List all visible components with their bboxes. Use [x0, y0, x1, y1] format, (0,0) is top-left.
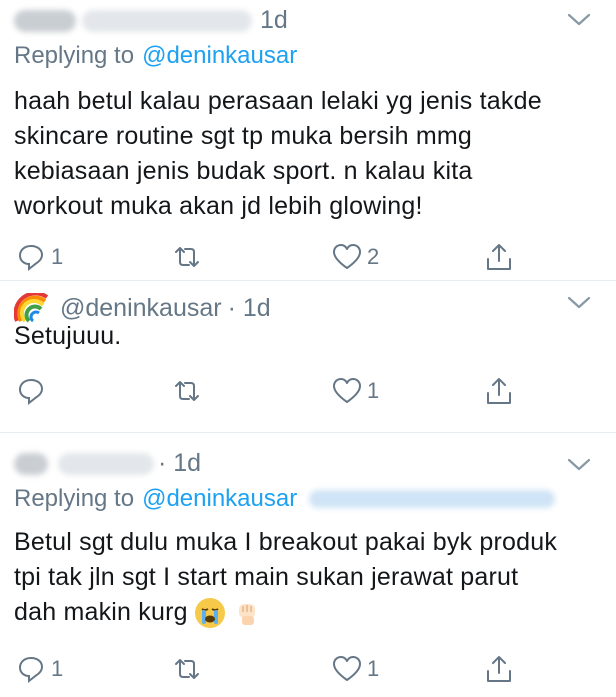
- heart-icon: [333, 656, 361, 681]
- replying-to-link[interactable]: @deninkausar: [142, 42, 297, 70]
- reply-icon: [18, 378, 44, 406]
- like-count: 1: [367, 378, 380, 403]
- author-handle-blurred[interactable]: [82, 9, 252, 32]
- tweet-time[interactable]: · 1d: [228, 294, 271, 323]
- retweet-icon: [175, 659, 199, 679]
- heart-icon: [333, 244, 361, 269]
- tweet-time[interactable]: 1d: [260, 6, 288, 35]
- rainbow-emoji: [14, 293, 49, 323]
- tweet-2[interactable]: @deninkausar · 1d Setujuuu. 1: [0, 280, 616, 432]
- reply-icon: [18, 656, 44, 684]
- raised-fist-emoji: [232, 598, 262, 628]
- heart-icon: [333, 378, 361, 403]
- replying-to-link[interactable]: @deninkausar: [142, 485, 297, 513]
- share-icon: [487, 656, 511, 682]
- tweet-text: Setujuuu.: [14, 322, 122, 350]
- share-icon: [487, 244, 511, 270]
- retweet-button[interactable]: [172, 654, 207, 684]
- author-name-blurred[interactable]: [14, 452, 48, 475]
- like-button[interactable]: 2: [332, 242, 379, 272]
- tweet-1[interactable]: 1d Replying to @deninkausar haah betul k…: [0, 0, 616, 280]
- tweet-actions: 1 1: [14, 650, 602, 696]
- other-mentions-blurred[interactable]: [309, 490, 556, 508]
- retweet-button[interactable]: [172, 376, 207, 406]
- tweet-header: 1d: [14, 0, 602, 40]
- author-handle-blurred[interactable]: [58, 452, 154, 475]
- share-button[interactable]: [484, 654, 514, 684]
- reply-button[interactable]: 1: [16, 654, 63, 684]
- share-icon: [487, 378, 511, 404]
- tweet-actions: 1 2: [14, 238, 602, 284]
- reply-icon: [18, 244, 44, 272]
- replying-to: Replying to @deninkausar: [14, 42, 298, 70]
- chevron-down-icon[interactable]: [566, 10, 592, 30]
- share-button[interactable]: [484, 242, 514, 272]
- like-button[interactable]: 1: [332, 376, 379, 406]
- crying-face-emoji: [194, 598, 225, 629]
- reply-button[interactable]: 1: [16, 242, 63, 272]
- author-name-blurred[interactable]: [14, 9, 76, 32]
- tweet-header: @deninkausar · 1d: [14, 281, 602, 323]
- retweet-button[interactable]: [172, 242, 207, 272]
- reply-button[interactable]: [16, 376, 51, 406]
- tweet-header: · 1d: [14, 433, 602, 483]
- share-button[interactable]: [484, 376, 514, 406]
- tweet-3[interactable]: · 1d Replying to @deninkausar Betul sgt …: [0, 432, 616, 696]
- tweet-text: Betul sgt dulu muka I breakout pakai byk…: [14, 525, 602, 630]
- like-button[interactable]: 1: [332, 654, 379, 684]
- tweet-actions: 1: [14, 372, 602, 418]
- chevron-down-icon[interactable]: [566, 293, 592, 313]
- chevron-down-icon[interactable]: [566, 455, 592, 475]
- like-count: 2: [367, 244, 380, 269]
- reply-count: 1: [51, 244, 64, 269]
- like-count: 1: [367, 656, 380, 681]
- tweet-text: haah betul kalau perasaan lelaki yg jeni…: [14, 87, 542, 220]
- replying-to: Replying to @deninkausar: [14, 485, 602, 513]
- retweet-icon: [175, 381, 199, 401]
- author-handle[interactable]: @deninkausar: [60, 294, 222, 323]
- reply-count: 1: [51, 656, 64, 681]
- tweet-time[interactable]: · 1d: [158, 449, 201, 478]
- retweet-icon: [175, 247, 199, 267]
